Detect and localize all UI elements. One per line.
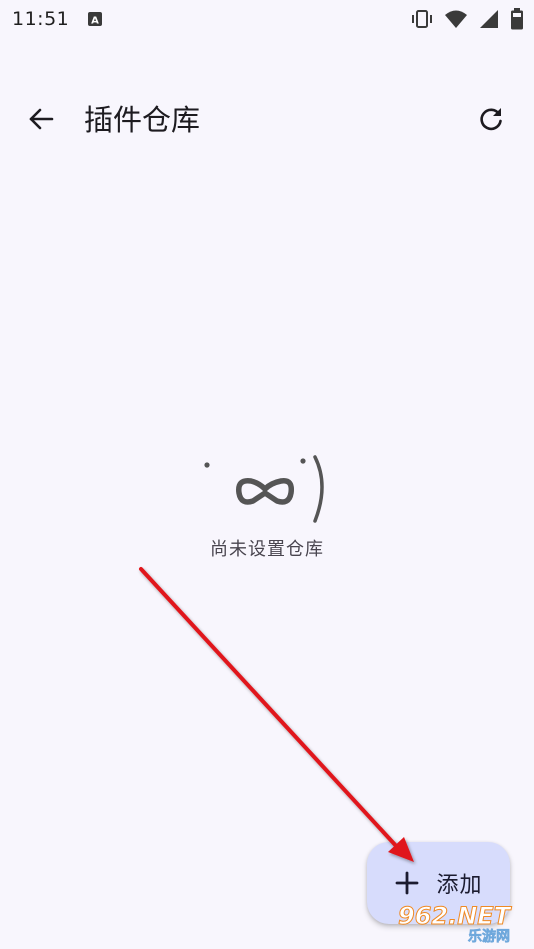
status-time: 11:51 [12, 8, 70, 30]
vibrate-icon [412, 10, 432, 28]
empty-face-icon [204, 455, 324, 523]
status-bar: 11:51 A [0, 0, 534, 38]
status-right [410, 8, 524, 30]
back-button[interactable] [16, 94, 66, 144]
status-left: 11:51 A [12, 8, 103, 30]
svg-text:乐游网: 乐游网 [468, 928, 510, 944]
empty-state-message: 尚未设置仓库 [210, 539, 324, 560]
notification-a-icon: A [88, 12, 103, 27]
signal-icon [480, 10, 498, 28]
empty-state: 尚未设置仓库 [0, 445, 534, 561]
page-title: 插件仓库 [84, 103, 201, 137]
battery-icon [511, 8, 523, 30]
refresh-icon [480, 108, 502, 131]
arrow-left-icon [29, 108, 54, 130]
svg-text:A: A [91, 16, 99, 27]
add-button-label: 添加 [436, 873, 483, 898]
add-repository-button[interactable]: 添加 [367, 842, 510, 924]
refresh-button[interactable] [466, 94, 516, 144]
plus-icon [396, 871, 419, 895]
wifi-icon [445, 10, 467, 28]
app-bar: 插件仓库 [0, 80, 534, 160]
screen: 11:51 A 插件仓库 尚未设置仓库 添加 962.NET 乐游网 [0, 0, 534, 949]
